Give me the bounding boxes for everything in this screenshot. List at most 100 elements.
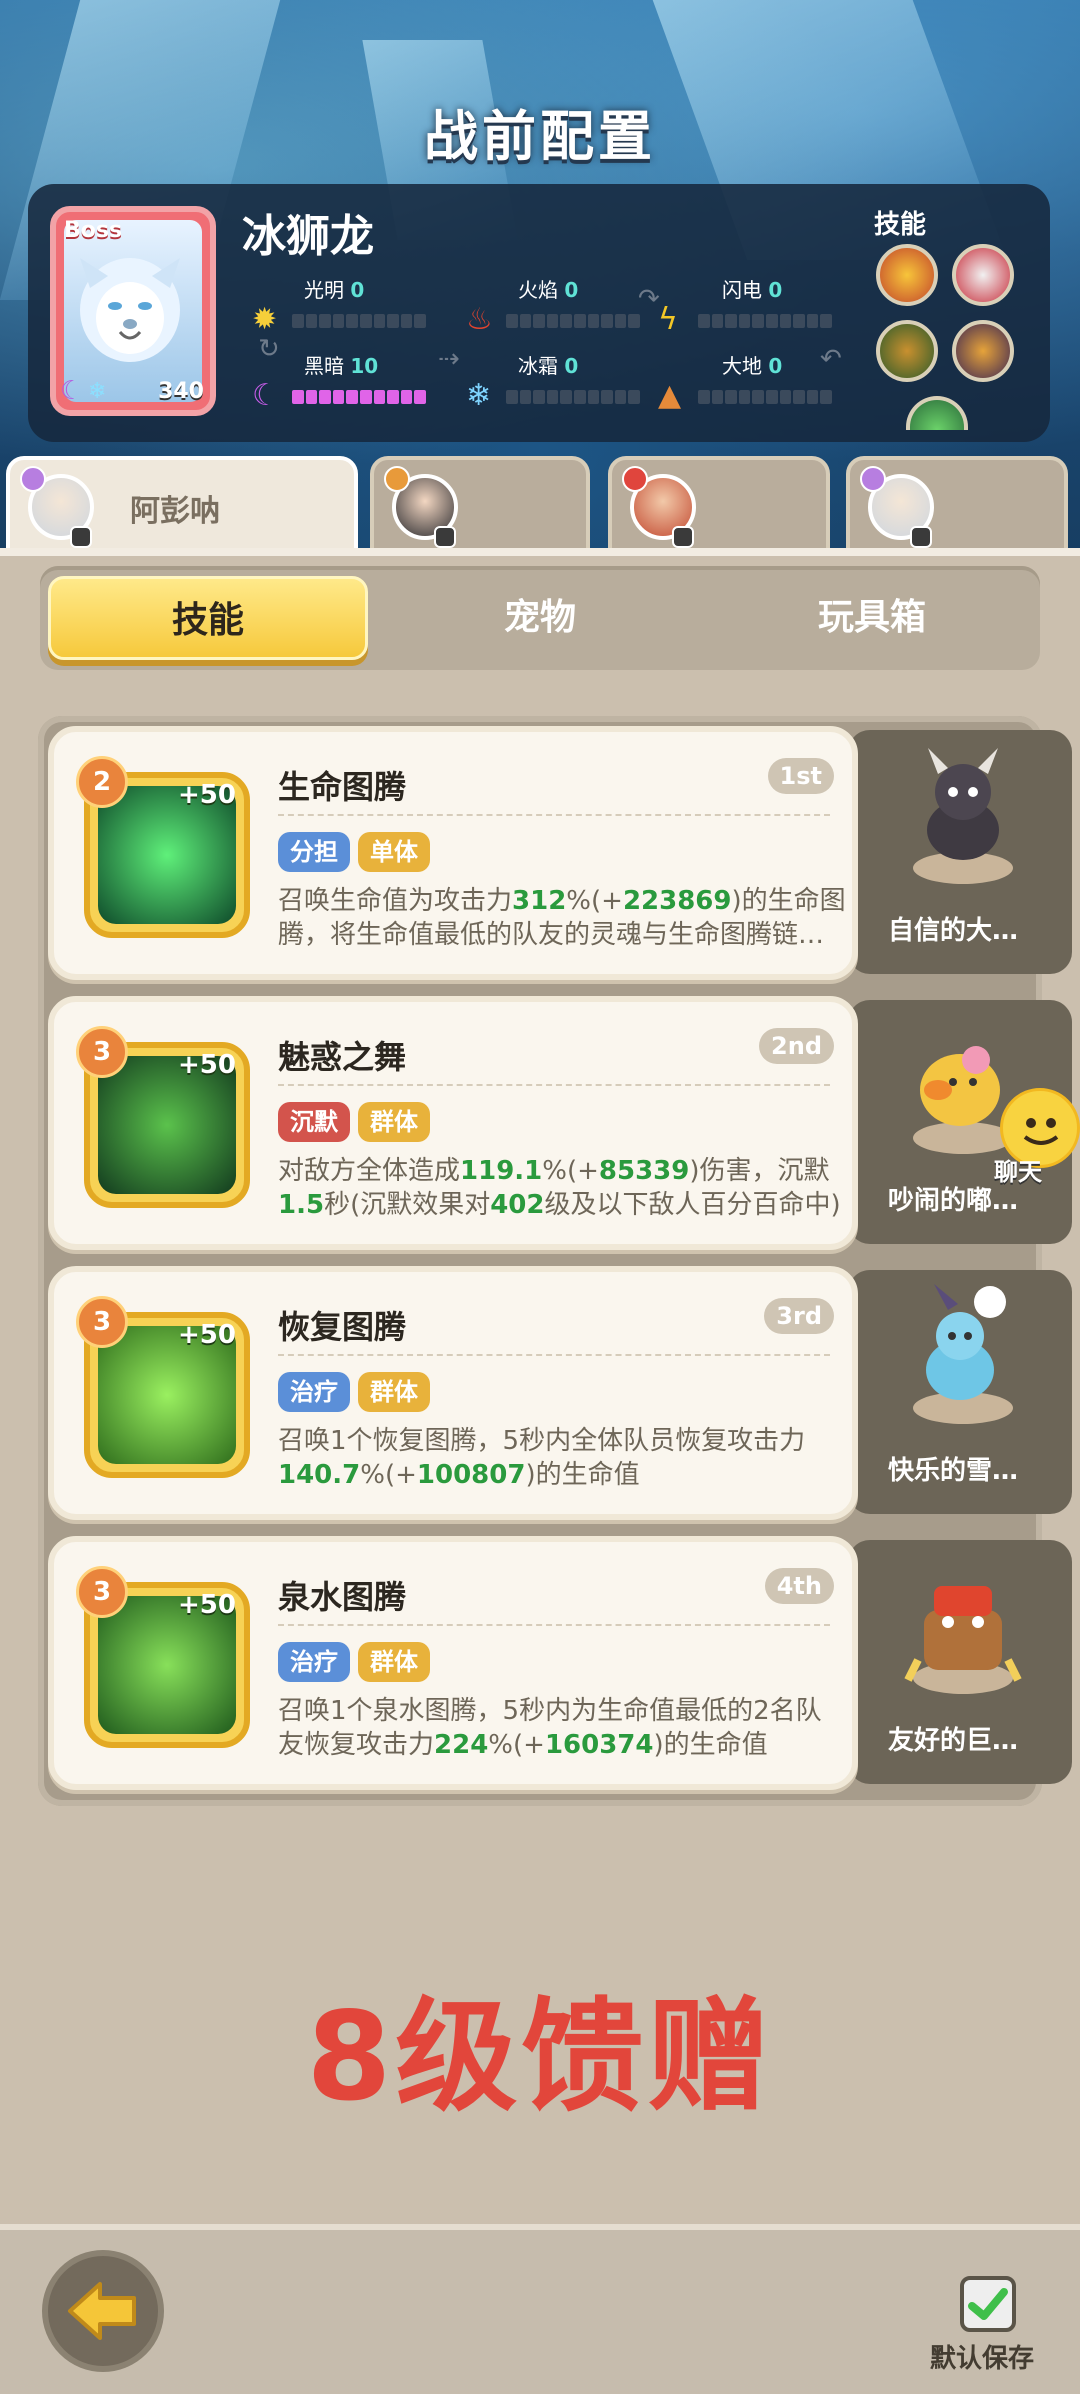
back-button[interactable] <box>42 2250 164 2372</box>
skill-rank: 2nd <box>759 1028 834 1064</box>
moon-icon: ☾ <box>252 378 279 413</box>
stat-bar <box>506 314 640 328</box>
stat-value: 0 <box>564 278 579 302</box>
stat-label: 光明 <box>304 278 344 302</box>
skill-name: 生命图腾 <box>278 768 407 806</box>
skill-tag: 治疗 <box>278 1372 350 1412</box>
tab-skills[interactable]: 技能 <box>48 576 368 660</box>
skill-name: 恢复图腾 <box>278 1308 407 1346</box>
cycle-arrow-icon: ↶ <box>820 344 842 374</box>
tab-toybox[interactable]: 玩具箱 <box>712 576 1032 660</box>
cycle-arrow-icon: ⇢ <box>438 344 460 374</box>
pet-slot[interactable]: 自信的大… <box>848 730 1072 974</box>
skill-level-badge: 3 <box>76 1566 128 1618</box>
skill-level-badge: 3 <box>76 1296 128 1348</box>
moon-icon: ☾ <box>60 376 84 406</box>
skill-description: 召唤生命值为攻击力312%(+223869)的生命图腾，将生命值最低的队友的灵魂… <box>278 886 846 950</box>
skill-row: 友好的巨… 3 +50 泉水图腾 4th 治疗 群体 召唤1个泉水图腾，5秒内为… <box>48 1536 1072 1790</box>
snowflake-icon: ❄ <box>466 378 492 413</box>
skill-rank: 1st <box>767 758 834 794</box>
page-title: 战前配置 <box>424 105 656 168</box>
boss-skill-5-icon[interactable] <box>906 396 968 430</box>
skill-rank: 4th <box>764 1568 834 1604</box>
stat-light: 光明 0 ✹ <box>252 274 452 344</box>
category-tabs: 技能 宠物 玩具箱 <box>40 566 1040 670</box>
giant-pet-figure <box>904 1586 1022 1694</box>
tab-pets[interactable]: 宠物 <box>380 576 700 660</box>
lightning-icon: ϟ <box>658 302 678 337</box>
equipment-badge-icon <box>910 526 932 548</box>
stat-value: 0 <box>350 278 365 302</box>
boss-skills-label: 技能 <box>874 210 927 240</box>
skill-card[interactable]: 3 +50 恢复图腾 3rd 治疗 群体 召唤1个恢复图腾，5秒内全体队员恢复攻… <box>48 1266 858 1520</box>
dark-element-icon <box>860 466 886 492</box>
stat-frost: 冰霜 0 ❄ <box>466 350 666 420</box>
equipment-badge-icon <box>70 526 92 548</box>
fire-element-icon <box>384 466 410 492</box>
cycle-arrow-icon: ↷ <box>638 284 660 314</box>
stat-label: 火焰 <box>518 278 558 302</box>
back-arrow-icon <box>68 2282 136 2340</box>
boss-skill-1-icon[interactable] <box>876 244 938 306</box>
snow-pet-figure <box>913 1284 1013 1424</box>
skill-tag: 分担 <box>278 832 350 872</box>
dark-element-icon <box>20 466 46 492</box>
skill-tag: 群体 <box>358 1372 430 1412</box>
hero-tab-1[interactable]: 阿彭呐 <box>6 456 358 556</box>
boss-tag: Boss <box>64 218 123 243</box>
checkmark-icon <box>968 2288 1008 2320</box>
stat-value: 0 <box>768 354 783 378</box>
skill-bonus: +50 <box>178 1050 236 1080</box>
stat-dark: 黑暗 10 ☾ <box>252 350 452 420</box>
skill-tag: 群体 <box>358 1102 430 1142</box>
stat-label: 冰霜 <box>518 354 558 378</box>
hero-tab-3[interactable] <box>608 456 830 556</box>
stat-label: 闪电 <box>722 278 762 302</box>
stat-label: 大地 <box>722 354 762 378</box>
skill-card[interactable]: 2 +50 生命图腾 1st 分担 单体 召唤生命值为攻击力312%(+2238… <box>48 726 858 980</box>
skill-card[interactable]: 3 +50 泉水图腾 4th 治疗 群体 召唤1个泉水图腾，5秒内为生命值最低的… <box>48 1536 858 1790</box>
stat-value: 0 <box>768 278 783 302</box>
boss-portrait-card[interactable]: Boss ☾ ❄ 340 <box>50 206 216 416</box>
skill-level-badge: 2 <box>76 756 128 808</box>
boss-skill-2-icon[interactable] <box>952 244 1014 306</box>
stat-value: 10 <box>350 354 379 378</box>
boss-skill-3-icon[interactable] <box>876 320 938 382</box>
stat-bar <box>698 390 832 404</box>
hero-tab-2[interactable] <box>370 456 590 556</box>
hero-name: 阿彭呐 <box>130 494 220 529</box>
ice-lion-portrait <box>80 258 180 362</box>
pet-name: 友好的巨… <box>888 1726 1019 1756</box>
snowflake-icon: ❄ <box>88 379 107 404</box>
skill-description: 对敌方全体造成119.1%(+85339)伤害，沉默1.5秒(沉默效果对402级… <box>278 1156 841 1220</box>
goat-pet-figure <box>913 748 1013 884</box>
stat-bar <box>506 390 640 404</box>
skill-bonus: +50 <box>178 780 236 810</box>
skill-name: 魅惑之舞 <box>278 1038 407 1076</box>
fire-icon: ♨ <box>466 302 493 337</box>
stat-value: 0 <box>564 354 579 378</box>
boss-panel: Boss ☾ ❄ 340 冰狮龙 光明 0 ✹ 火焰 0 ♨ 闪电 0 ϟ 黑暗… <box>28 184 1050 442</box>
default-save-label: 默认保存 <box>930 2344 1035 2374</box>
default-save-button[interactable]: 默认保存 <box>930 2276 1070 2386</box>
cycle-arrow-icon: ↻ <box>258 334 280 364</box>
skill-tag: 沉默 <box>278 1102 350 1142</box>
stat-bar <box>292 314 426 328</box>
pet-slot[interactable]: 快乐的雪… <box>848 1270 1072 1514</box>
skill-tag: 单体 <box>358 832 430 872</box>
sun-icon: ✹ <box>252 302 278 337</box>
skill-tag: 群体 <box>358 1642 430 1682</box>
skill-row: 自信的大… 2 +50 生命图腾 1st 分担 单体 召唤生命值为攻击力312%… <box>48 726 1072 980</box>
skill-tag: 治疗 <box>278 1642 350 1682</box>
earth-icon: ▲ <box>658 378 682 413</box>
skill-card[interactable]: 3 +50 魅惑之舞 2nd 沉默 群体 对敌方全体造成119.1%(+8533… <box>48 996 858 1250</box>
skill-row: 吵闹的嘟… 3 +50 魅惑之舞 2nd 沉默 群体 对敌方全体造成119.1%… <box>48 996 1072 1250</box>
hero-tab-4[interactable] <box>846 456 1068 556</box>
stat-lightning: 闪电 0 ϟ <box>658 274 858 344</box>
pet-name: 自信的大… <box>888 916 1019 946</box>
checkbox-icon <box>960 2276 1016 2332</box>
equipment-badge-icon <box>672 526 694 548</box>
boss-skill-4-icon[interactable] <box>952 320 1014 382</box>
pet-slot[interactable]: 友好的巨… <box>848 1540 1072 1784</box>
chat-label: 聊天 <box>994 1158 1042 1186</box>
